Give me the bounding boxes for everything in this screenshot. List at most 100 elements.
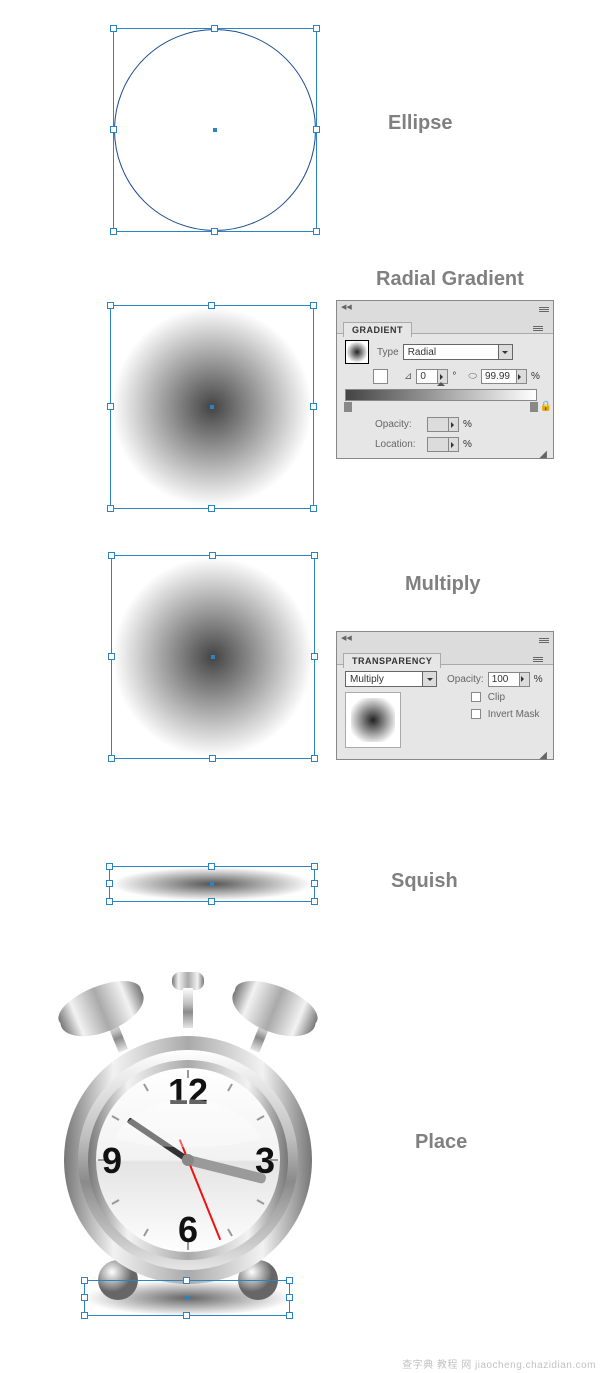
selection-handle[interactable] (110, 228, 117, 235)
selection-handle[interactable] (311, 863, 318, 870)
panel-body: Multiply Opacity: 100 % Clip Inv (337, 664, 553, 759)
selection-handle[interactable] (106, 863, 113, 870)
selection-handle[interactable] (286, 1312, 293, 1319)
opacity-value: 100 (489, 674, 519, 685)
percent-sign: % (463, 419, 472, 430)
selection-handle[interactable] (81, 1277, 88, 1284)
reverse-gradient-icon[interactable] (373, 369, 388, 384)
panel-collapse-icon[interactable]: ◀◀ (341, 303, 351, 313)
selection-handle[interactable] (311, 653, 318, 660)
panel-header: ◀◀ (337, 301, 553, 318)
invert-mask-checkbox[interactable] (471, 709, 481, 719)
midpoint-diamond-icon[interactable] (437, 378, 445, 386)
gradient-stop-left[interactable] (344, 402, 352, 412)
selection-handle[interactable] (106, 880, 113, 887)
panel-menu-icon[interactable] (539, 636, 549, 644)
gradient-type-dropdown[interactable]: Radial (403, 344, 513, 360)
opacity-input[interactable]: 100 (488, 672, 530, 687)
selection-handle[interactable] (211, 25, 218, 32)
selection-handle[interactable] (208, 505, 215, 512)
selection-handle[interactable] (313, 126, 320, 133)
center-anchor (210, 405, 214, 409)
selection-handle[interactable] (106, 898, 113, 905)
gradient-panel: ◀◀ GRADIENT Type Radial ⊿ 0 ° ⬭ 99.99 (336, 300, 554, 459)
panel-flyout-icon[interactable] (533, 324, 543, 332)
clock-number-9: 9 (102, 1140, 122, 1181)
panel-tab-row: GRADIENT (337, 322, 553, 337)
selection-handle[interactable] (110, 25, 117, 32)
selection-handle[interactable] (183, 1277, 190, 1284)
panel-collapse-icon[interactable]: ◀◀ (341, 634, 351, 644)
selection-handle[interactable] (81, 1312, 88, 1319)
selection-handle[interactable] (311, 880, 318, 887)
gradient-tab[interactable]: GRADIENT (343, 322, 412, 337)
selection-handle[interactable] (107, 403, 114, 410)
selection-handle[interactable] (286, 1277, 293, 1284)
gradient-stop-right[interactable] (530, 402, 538, 412)
angle-value: 0 (417, 371, 437, 382)
selection-handle[interactable] (108, 552, 115, 559)
scale-value: 99.99 (482, 371, 516, 382)
invert-mask-checkbox-row[interactable]: Invert Mask (471, 709, 539, 720)
selection-handle[interactable] (183, 1312, 190, 1319)
selection-handle[interactable] (310, 302, 317, 309)
selection-handle[interactable] (208, 302, 215, 309)
step-label-ellipse: Ellipse (388, 112, 452, 135)
selection-handle[interactable] (310, 505, 317, 512)
selection-handle[interactable] (313, 228, 320, 235)
stepper-arrow-icon (516, 370, 526, 383)
selection-handle[interactable] (81, 1294, 88, 1301)
selection-handle[interactable] (311, 898, 318, 905)
location-input[interactable] (427, 437, 459, 452)
percent-sign: % (463, 439, 472, 450)
location-label: Location: (375, 439, 423, 450)
selection-handle[interactable] (311, 755, 318, 762)
percent-sign: % (534, 674, 543, 685)
selection-handle[interactable] (107, 505, 114, 512)
gradient-lock-icon[interactable]: 🔒 (540, 401, 552, 412)
selection-handle[interactable] (108, 755, 115, 762)
blend-mode-dropdown[interactable]: Multiply (345, 671, 437, 687)
selection-handle[interactable] (107, 302, 114, 309)
ellipse-selection-box (113, 28, 317, 232)
gradient-type-value: Radial (404, 347, 498, 358)
clip-checkbox[interactable] (471, 692, 481, 702)
selection-handle[interactable] (211, 228, 218, 235)
selection-handle[interactable] (311, 552, 318, 559)
selection-handle[interactable] (310, 403, 317, 410)
dropdown-arrow-icon (498, 345, 512, 359)
radial-gradient-selection-box (110, 305, 314, 509)
selection-handle[interactable] (208, 898, 215, 905)
transparency-preview[interactable] (345, 692, 401, 748)
squish-selection-box (109, 866, 315, 902)
gradient-swatch[interactable] (345, 340, 369, 364)
selection-handle[interactable] (313, 25, 320, 32)
panel-flyout-icon[interactable] (533, 655, 543, 663)
gradient-slider[interactable]: 🔒 (345, 389, 537, 401)
selection-handle[interactable] (208, 863, 215, 870)
selection-handle[interactable] (286, 1294, 293, 1301)
selection-handle[interactable] (108, 653, 115, 660)
clip-checkbox-row[interactable]: Clip (471, 692, 539, 703)
scale-input[interactable]: 99.99 (481, 369, 527, 384)
transparency-tab[interactable]: TRANSPARENCY (343, 653, 441, 668)
watermark: 查字典 教程 网 jiaocheng.chazidian.com (402, 1356, 596, 1371)
panel-resize-icon[interactable]: ◢ (539, 449, 547, 460)
percent-sign: % (531, 371, 540, 382)
clip-label: Clip (488, 692, 505, 703)
selection-handle[interactable] (110, 126, 117, 133)
center-anchor (210, 882, 214, 886)
panel-resize-icon[interactable]: ◢ (539, 750, 547, 761)
panel-menu-icon[interactable] (539, 305, 549, 313)
panel-body: Type Radial ⊿ 0 ° ⬭ 99.99 % � (337, 333, 553, 458)
selection-handle[interactable] (209, 755, 216, 762)
multiply-selection-box (111, 555, 315, 759)
clock-number-6: 6 (178, 1209, 198, 1250)
opacity-input[interactable] (427, 417, 459, 432)
center-anchor (211, 655, 215, 659)
invert-mask-label: Invert Mask (488, 709, 540, 720)
stepper-arrow-icon (448, 438, 458, 451)
center-anchor (185, 1296, 189, 1300)
selection-handle[interactable] (209, 552, 216, 559)
angle-unit: ° (452, 371, 456, 382)
